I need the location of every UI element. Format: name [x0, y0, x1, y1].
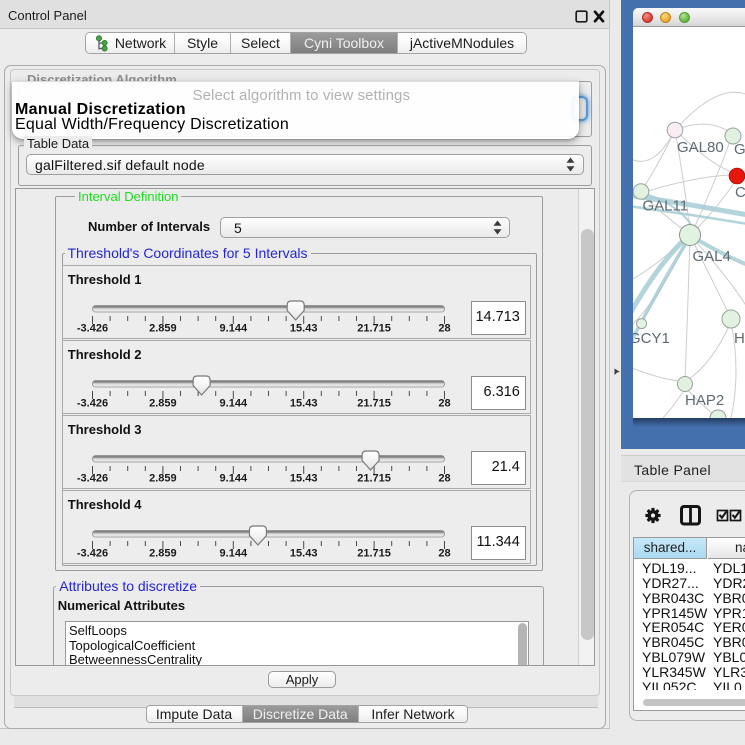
svg-text:28: 28	[439, 473, 451, 485]
svg-text:2.859: 2.859	[149, 473, 177, 485]
svg-text:C: C	[735, 184, 745, 201]
svg-text:9.144: 9.144	[220, 323, 248, 335]
svg-text:GCY1: GCY1	[633, 330, 670, 347]
svg-text:GA: GA	[734, 141, 745, 158]
svg-text:H: H	[734, 330, 745, 347]
svg-text:15.43: 15.43	[290, 473, 318, 485]
svg-text:15.43: 15.43	[290, 548, 318, 560]
svg-text:21.715: 21.715	[358, 473, 392, 485]
svg-text:21.715: 21.715	[358, 548, 392, 560]
svg-text:HAP2: HAP2	[685, 392, 724, 409]
svg-text:2.859: 2.859	[149, 323, 177, 335]
svg-text:-3.426: -3.426	[77, 473, 108, 485]
svg-text:21.715: 21.715	[358, 323, 392, 335]
svg-text:15.43: 15.43	[290, 398, 318, 410]
svg-text:2.859: 2.859	[149, 398, 177, 410]
svg-text:21.715: 21.715	[358, 398, 392, 410]
svg-text:GAL4: GAL4	[693, 248, 731, 265]
svg-text:-3.426: -3.426	[77, 398, 108, 410]
svg-text:9.144: 9.144	[220, 473, 248, 485]
svg-text:GAL11: GAL11	[643, 198, 689, 215]
svg-text:15.43: 15.43	[290, 323, 318, 335]
svg-text:2.859: 2.859	[149, 548, 177, 560]
svg-text:28: 28	[439, 323, 451, 335]
svg-text:-3.426: -3.426	[77, 323, 108, 335]
svg-text:9.144: 9.144	[220, 398, 248, 410]
svg-text:-3.426: -3.426	[77, 548, 108, 560]
svg-text:9.144: 9.144	[220, 548, 248, 560]
svg-text:28: 28	[439, 398, 451, 410]
svg-text:28: 28	[439, 548, 451, 560]
svg-text:GAL80: GAL80	[677, 139, 724, 156]
